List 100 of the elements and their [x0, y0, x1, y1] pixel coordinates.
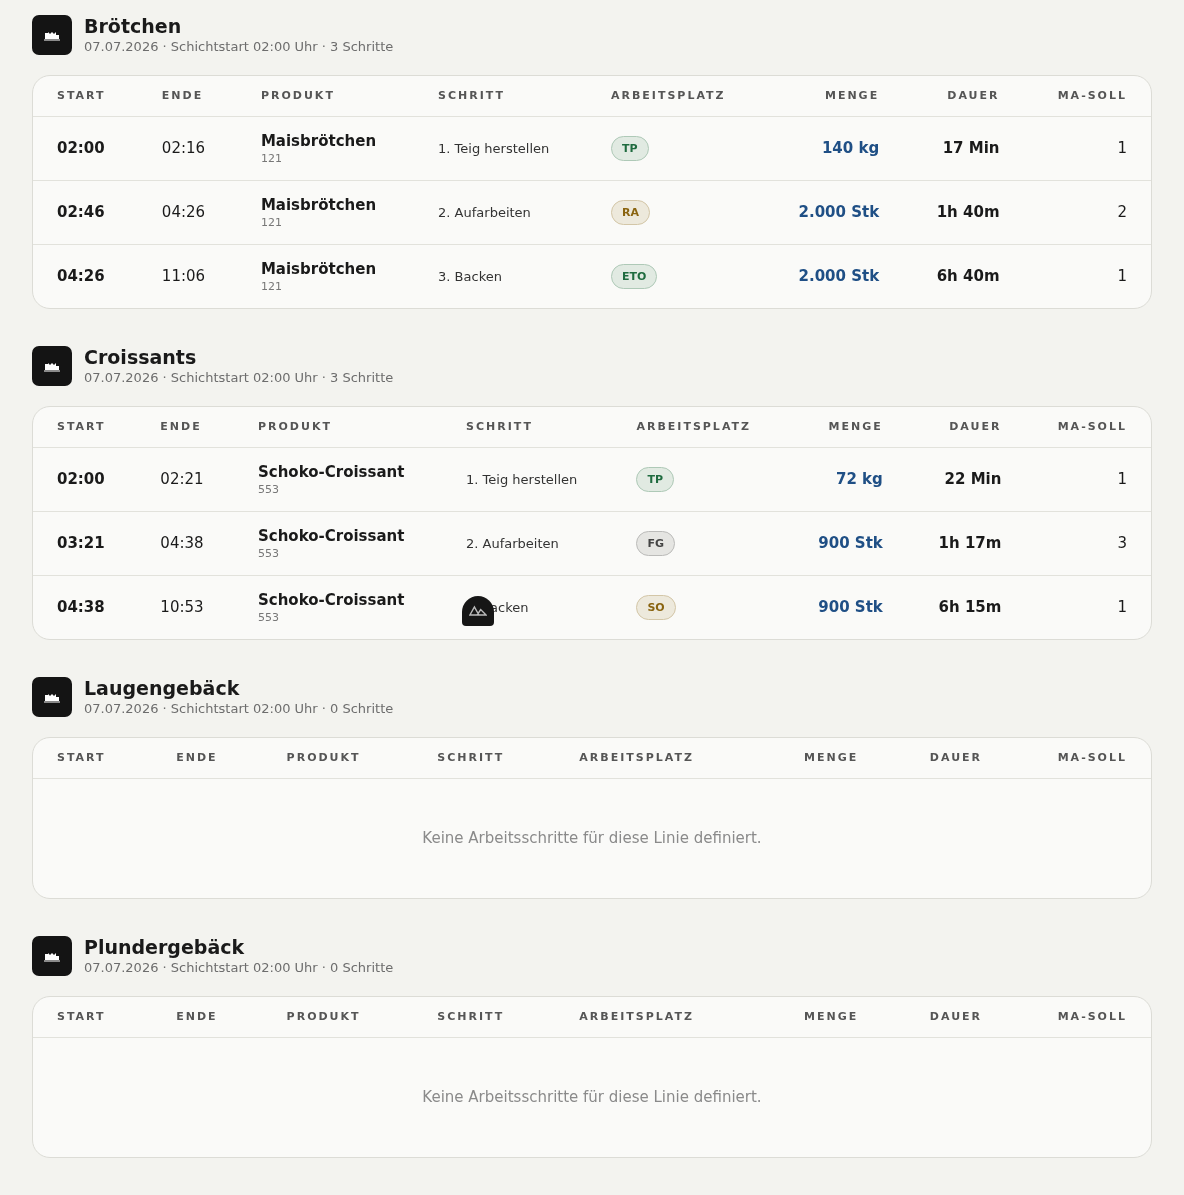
table-cell: 1 — [1023, 244, 1151, 308]
column-header: ENDE — [152, 997, 263, 1037]
line-title: Plundergebäck — [84, 935, 246, 959]
line-title: Croissants — [84, 345, 198, 369]
table-cell-text: acken — [489, 599, 529, 615]
table-cell: 3. Backen — [438, 268, 502, 284]
column-header: DAUER — [903, 76, 1024, 116]
product-name: Schoko-Croissant — [257, 590, 406, 609]
workplace-badge: TP — [636, 466, 674, 492]
column-header: PRODUKT — [236, 76, 415, 116]
table-cell: 22 Min — [906, 447, 1026, 511]
column-header: ARBEITSPLATZ — [586, 76, 764, 116]
table-cell: 140 kg — [763, 116, 904, 180]
column-header: ENDE — [152, 738, 263, 778]
factory-icon — [32, 936, 72, 976]
table-cell: 1h 40m — [903, 180, 1024, 244]
table-cell: 6h 40m — [903, 244, 1024, 308]
table-cell: 6h 15m — [906, 575, 1026, 639]
table-cell: 03:21 — [33, 511, 137, 575]
product-name: Maisbrötchen — [260, 195, 378, 214]
column-header: ARBEITSPLATZ — [612, 407, 787, 447]
workplace-badge: SO — [636, 594, 676, 620]
product-number: 121 — [260, 151, 283, 165]
empty-message: Keine Arbeitsschritte für diese Linie definiert. — [422, 829, 762, 848]
line-subtitle: 07.07.2026 · Schichtstart 02:00 Uhr · 3 Schritte — [84, 38, 394, 56]
column-header: MENGE — [756, 738, 883, 778]
line-subtitle: 07.07.2026 · Schichtstart 02:00 Uhr · 3 Schritte — [84, 369, 394, 387]
table-cell: 1 — [1023, 116, 1151, 180]
column-header: DAUER — [882, 997, 1007, 1037]
workplace-badge: FG — [636, 530, 675, 556]
column-header: START — [33, 997, 153, 1037]
table-cell: 2 — [1023, 180, 1151, 244]
column-header: SCHRITT — [413, 738, 556, 778]
column-header: MA-SOLL — [1025, 407, 1151, 447]
product-name: Maisbrötchen — [260, 131, 378, 150]
table-cell: 900 Stk — [786, 575, 907, 639]
table-cell: 04:38 — [136, 511, 234, 575]
column-header: DAUER — [882, 738, 1007, 778]
column-header: PRODUKT — [262, 738, 414, 778]
table-cell: 02:21 — [136, 447, 234, 511]
product-number: 553 — [257, 546, 280, 560]
product-number: 553 — [257, 610, 280, 624]
table-cell: 02:00 — [33, 447, 137, 511]
table-cell: 04:38 — [33, 575, 137, 639]
table-cell: 900 Stk — [786, 511, 907, 575]
product-name: Schoko-Croissant — [257, 526, 406, 545]
table-cell: 1 — [1025, 447, 1151, 511]
table-cell: 1. Teig herstellen — [438, 140, 550, 156]
column-header: DAUER — [906, 407, 1026, 447]
column-header: MENGE — [786, 407, 907, 447]
column-header: START — [33, 738, 153, 778]
table-cell: 10:53 — [136, 575, 234, 639]
table-cell: 2. Aufarbeiten — [438, 204, 531, 220]
column-header: SCHRITT — [414, 76, 587, 116]
product-number: 121 — [260, 215, 283, 229]
table-cell: 02:00 — [33, 116, 138, 180]
product-number: 121 — [260, 279, 283, 293]
table-cell: 1h 17m — [906, 511, 1026, 575]
table-cell: 2.000 Stk — [763, 244, 904, 308]
column-header: ARBEITSPLATZ — [555, 997, 757, 1037]
table-cell: 04:26 — [33, 244, 138, 308]
column-header: MA-SOLL — [1006, 738, 1151, 778]
product-name: Maisbrötchen — [260, 259, 378, 278]
table-cell: 04:26 — [137, 180, 237, 244]
column-header: ENDE — [137, 76, 237, 116]
table-cell: 2. Aufarbeiten — [466, 535, 559, 551]
line-title: Brötchen — [84, 14, 183, 38]
factory-icon — [32, 677, 72, 717]
product-name: Schoko-Croissant — [257, 462, 406, 481]
product-number: 553 — [257, 482, 280, 496]
column-header: SCHRITT — [442, 407, 613, 447]
table-cell: 72 kg — [786, 447, 907, 511]
workplace-badge: TP — [610, 135, 649, 161]
line-subtitle: 07.07.2026 · Schichtstart 02:00 Uhr · 0 Schritte — [84, 959, 394, 977]
column-header: MENGE — [763, 76, 904, 116]
empty-message: Keine Arbeitsschritte für diese Linie definiert. — [422, 1088, 762, 1107]
column-header: START — [33, 76, 138, 116]
workplace-badge: ETO — [610, 263, 658, 289]
column-header: MA-SOLL — [1023, 76, 1151, 116]
table-cell: 1. Teig herstellen — [466, 471, 578, 487]
column-header: PRODUKT — [262, 997, 414, 1037]
table-cell: 2.000 Stk — [763, 180, 904, 244]
table-cell: 1 — [1025, 575, 1151, 639]
column-header: ARBEITSPLATZ — [555, 738, 757, 778]
table-cell: 11:06 — [137, 244, 237, 308]
column-header: PRODUKT — [233, 407, 443, 447]
column-header: MA-SOLL — [1006, 997, 1151, 1037]
factory-icon — [32, 346, 72, 386]
column-header: MENGE — [756, 997, 883, 1037]
table-cell: 02:46 — [33, 180, 138, 244]
table-cell: 17 Min — [903, 116, 1024, 180]
column-header: SCHRITT — [413, 997, 556, 1037]
column-header: ENDE — [136, 407, 234, 447]
line-title: Laugengebäck — [84, 676, 241, 700]
column-header: START — [33, 407, 137, 447]
factory-icon — [32, 15, 72, 55]
line-subtitle: 07.07.2026 · Schichtstart 02:00 Uhr · 0 Schritte — [84, 700, 394, 718]
table-cell: 02:16 — [137, 116, 237, 180]
table-cell: 3 — [1025, 511, 1151, 575]
workplace-badge: RA — [610, 199, 650, 225]
